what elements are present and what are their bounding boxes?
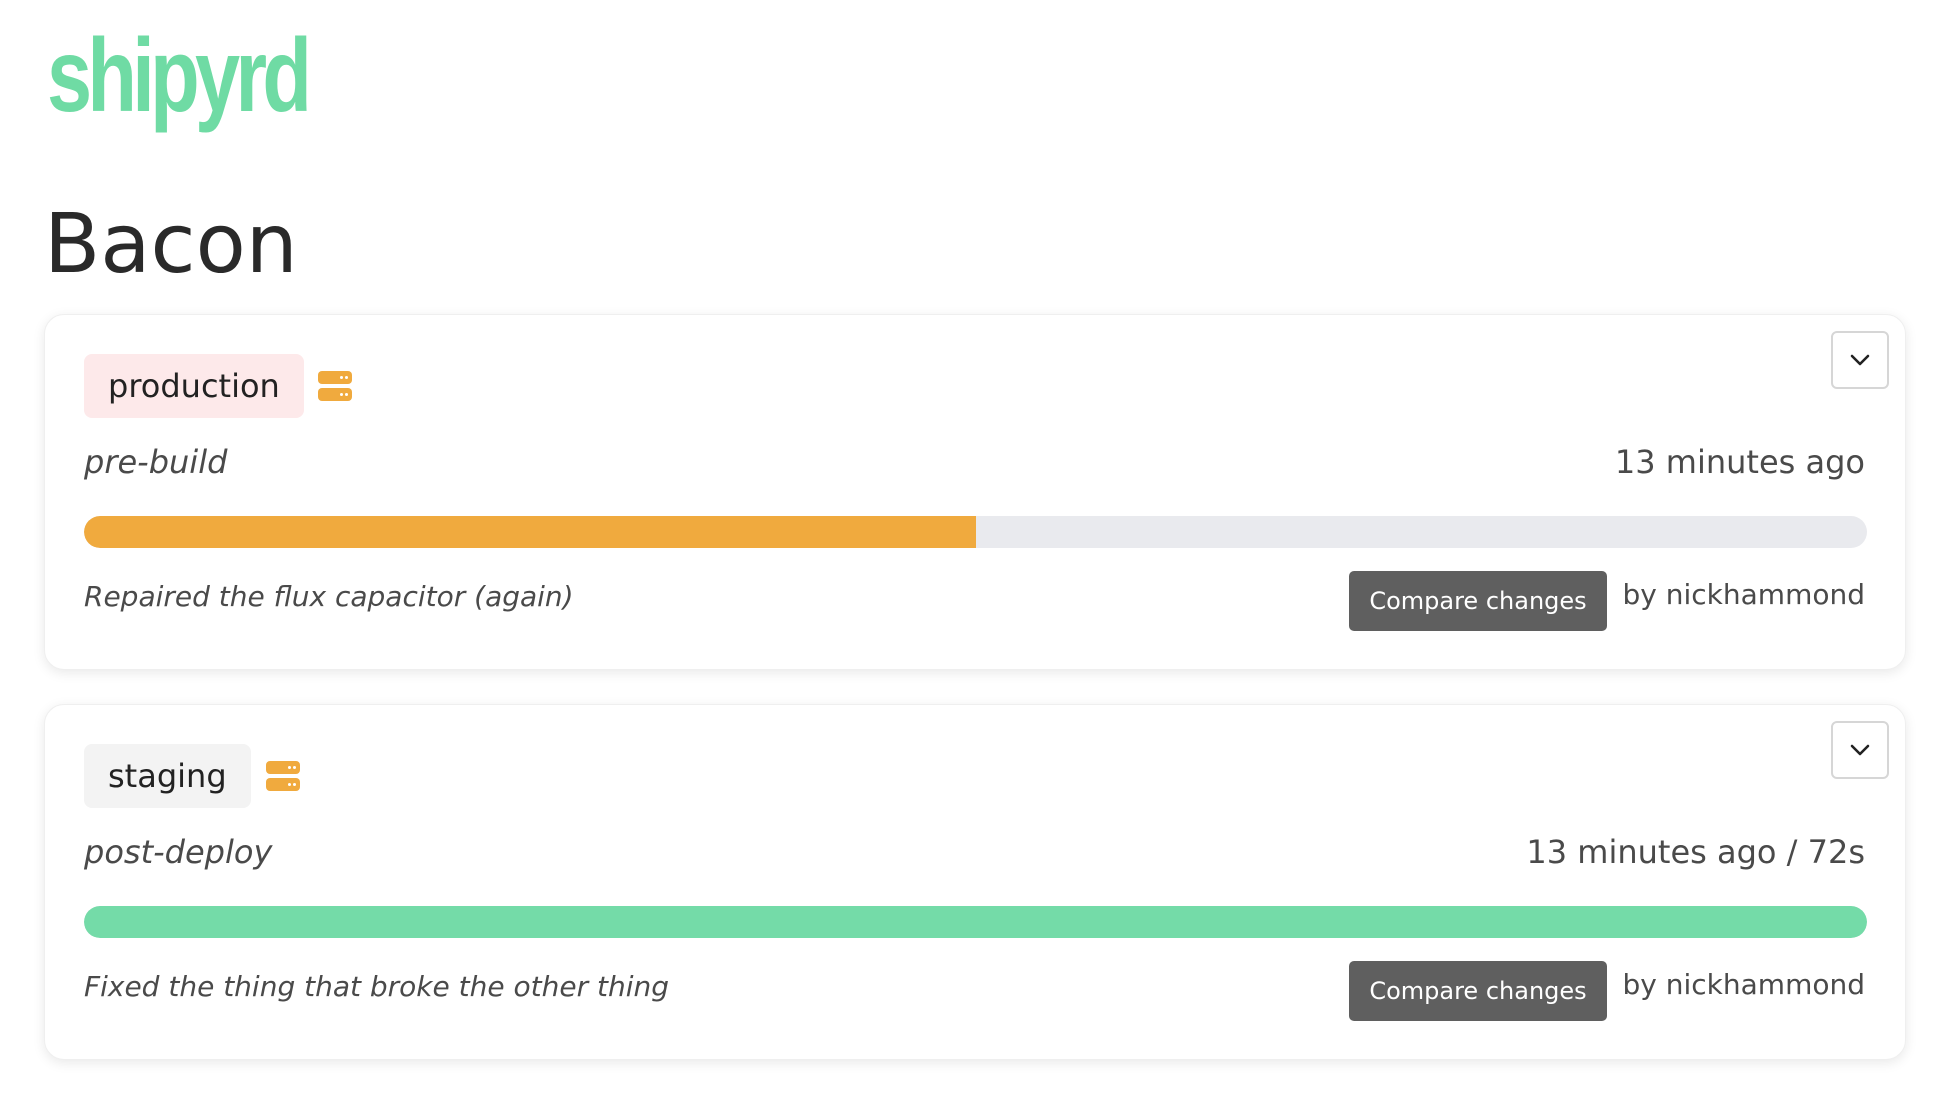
progress-bar bbox=[84, 516, 1867, 548]
expand-toggle-button[interactable] bbox=[1831, 721, 1889, 779]
deploy-author: by nickhammond bbox=[1622, 968, 1865, 1001]
commit-message: Repaired the flux capacitor (again) bbox=[84, 580, 574, 613]
environment-badge: production bbox=[84, 354, 304, 418]
deploy-card-staging: staging post-deploy 13 minutes ago / 72s… bbox=[44, 704, 1906, 1060]
chevron-down-icon bbox=[1850, 744, 1870, 756]
progress-fill bbox=[84, 906, 1867, 938]
deploy-author: by nickhammond bbox=[1622, 578, 1865, 611]
environment-badge: staging bbox=[84, 744, 251, 808]
server-icon bbox=[318, 371, 352, 401]
page: shipyrd Bacon production pre-build 13 mi… bbox=[0, 0, 1952, 1112]
compare-changes-button[interactable]: Compare changes bbox=[1349, 961, 1607, 1021]
deploy-time: 13 minutes ago bbox=[1614, 443, 1865, 481]
page-title: Bacon bbox=[44, 197, 298, 292]
server-icon bbox=[266, 761, 300, 791]
deploy-stage: post-deploy bbox=[84, 833, 273, 871]
progress-bar bbox=[84, 906, 1867, 938]
logo[interactable]: shipyrd bbox=[47, 24, 312, 128]
expand-toggle-button[interactable] bbox=[1831, 331, 1889, 389]
compare-changes-button[interactable]: Compare changes bbox=[1349, 571, 1607, 631]
deploy-stage: pre-build bbox=[84, 443, 228, 481]
chevron-down-icon bbox=[1850, 354, 1870, 366]
deploy-time: 13 minutes ago / 72s bbox=[1526, 833, 1865, 871]
deploy-card-production: production pre-build 13 minutes ago Repa… bbox=[44, 314, 1906, 670]
commit-message: Fixed the thing that broke the other thi… bbox=[84, 970, 670, 1003]
progress-fill bbox=[84, 516, 976, 548]
